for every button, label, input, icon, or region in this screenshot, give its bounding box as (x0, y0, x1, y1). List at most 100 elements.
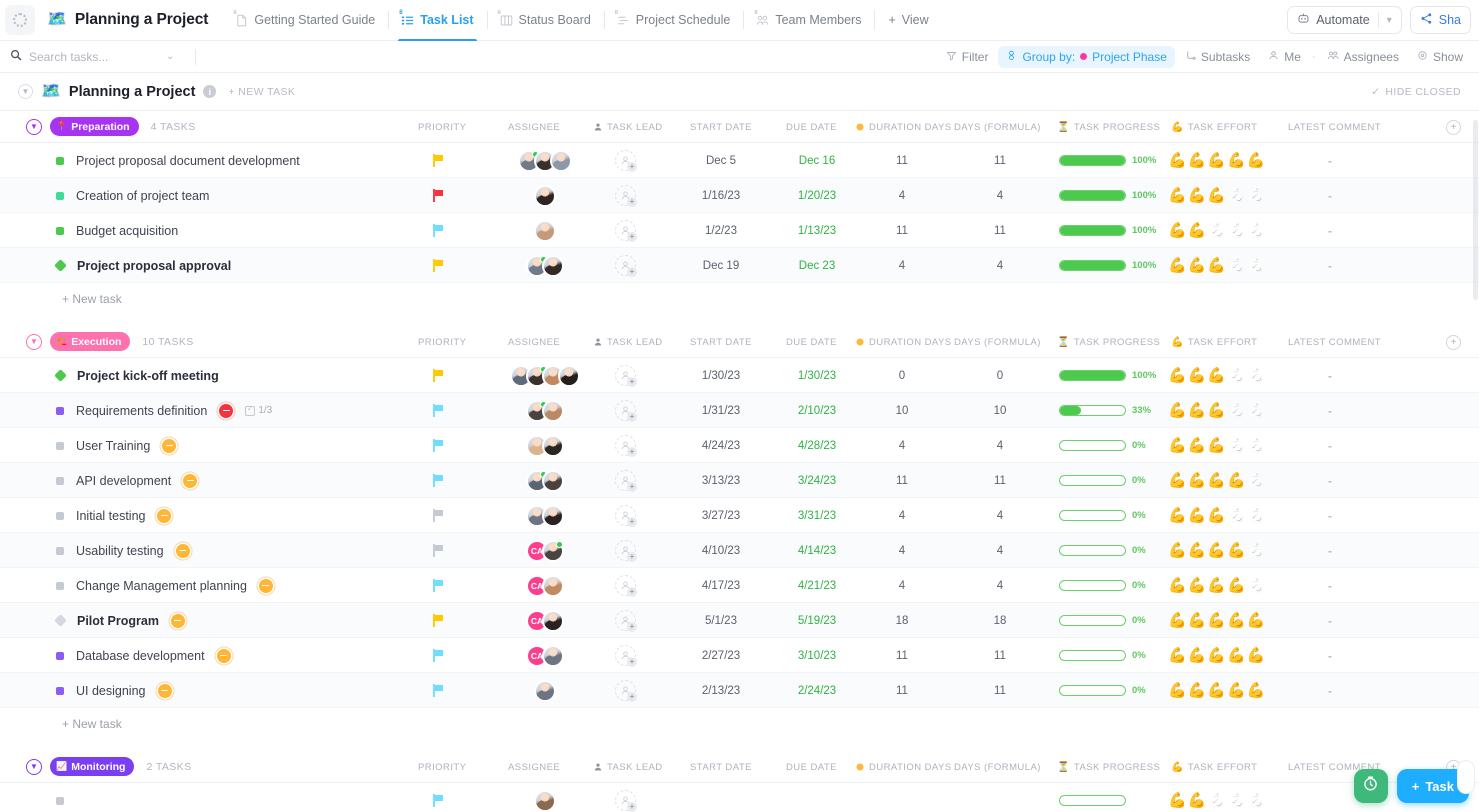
table-row[interactable]: Budget acquisition+1/2/231/13/231111100%… (0, 213, 1479, 248)
muscle-icon[interactable]: 💪 (1188, 438, 1207, 453)
table-row[interactable]: Change Management planningCA+4/17/234/21… (0, 568, 1479, 603)
assignee-cell[interactable]: CA (526, 533, 564, 568)
collapse-list-caret-icon[interactable]: ▼ (18, 84, 33, 99)
avatar[interactable] (534, 220, 556, 242)
duration_days-cell[interactable]: 11 (855, 673, 949, 708)
avatar[interactable] (534, 790, 556, 812)
add-task-lead-icon[interactable]: + (615, 220, 636, 241)
muscle-icon[interactable]: 💪 (1168, 438, 1187, 453)
task-name-cell[interactable]: Requirements definition1/3 (56, 393, 272, 428)
muscle-icon[interactable]: 💪 (1188, 793, 1207, 808)
table-row[interactable]: Project proposal approval+Dec 19Dec 2344… (0, 248, 1479, 283)
muscle-icon[interactable]: 💪 (1207, 223, 1226, 238)
muscle-icon[interactable]: 💪 (1188, 578, 1207, 593)
duration_days-cell[interactable]: 10 (855, 393, 949, 428)
start_date-cell[interactable]: 1/16/23 (690, 178, 752, 213)
muscle-icon[interactable]: 💪 (1207, 258, 1226, 273)
progress-bar[interactable] (1059, 685, 1126, 696)
muscle-icon[interactable]: 💪 (1247, 613, 1266, 628)
muscle-icon[interactable]: 💪 (1247, 683, 1266, 698)
progress-bar[interactable] (1059, 650, 1126, 661)
task-name-cell[interactable]: Project proposal document development (56, 143, 300, 178)
column-header-duration_days[interactable]: DURATION DAYS (855, 751, 952, 783)
muscle-icon[interactable]: 💪 (1188, 508, 1207, 523)
automate-button[interactable]: Automate ▾ (1287, 6, 1402, 34)
task-name-cell[interactable]: Creation of project team (56, 178, 209, 213)
task-status-indicator[interactable] (56, 407, 64, 415)
muscle-icon[interactable]: 💪 (1207, 613, 1226, 628)
muscle-icon[interactable]: 💪 (1168, 683, 1187, 698)
muscle-icon[interactable]: 💪 (1207, 188, 1226, 203)
duration_days-cell[interactable]: 4 (855, 533, 949, 568)
priority-flag-icon[interactable] (433, 474, 444, 487)
progress-bar-wrapper[interactable]: 0% (1059, 580, 1146, 591)
search-input[interactable] (29, 50, 159, 64)
add-task-lead-icon[interactable]: + (615, 185, 636, 206)
days_formula-cell[interactable]: 4 (954, 248, 1046, 283)
progress-bar-wrapper[interactable]: 0% (1059, 615, 1146, 626)
task-status-indicator[interactable] (54, 614, 67, 627)
workspace-title[interactable]: 🗺️ Planning a Project (47, 11, 208, 29)
muscle-icon[interactable]: 💪 (1188, 403, 1207, 418)
progress-bar[interactable] (1059, 440, 1126, 451)
add-task-lead-icon[interactable]: + (615, 470, 636, 491)
info-icon[interactable]: i (203, 85, 216, 98)
muscle-icon[interactable]: 💪 (1188, 683, 1207, 698)
muscle-icon[interactable]: 💪 (1247, 368, 1266, 383)
task-name[interactable]: Database development (76, 649, 205, 663)
duration_days-cell[interactable]: 0 (855, 358, 949, 393)
tab-team-members[interactable]: 8 Team Members (743, 0, 874, 41)
muscle-icon[interactable]: 💪 (1188, 188, 1207, 203)
group-collapse-caret-icon[interactable]: ▼ (26, 119, 42, 135)
add-column-button[interactable]: + (1446, 111, 1461, 143)
latest-comment-cell[interactable]: - (1328, 533, 1332, 568)
task-effort-cell[interactable]: 💪💪💪💪💪 (1168, 783, 1265, 812)
muscle-icon[interactable]: 💪 (1207, 578, 1226, 593)
muscle-icon[interactable]: 💪 (1168, 508, 1187, 523)
duration_days-cell[interactable]: 4 (855, 428, 949, 463)
task-name[interactable]: User Training (76, 439, 150, 453)
due_date-cell[interactable]: 3/10/23 (786, 638, 848, 673)
progress-bar[interactable] (1059, 370, 1126, 381)
new-task-header-button[interactable]: + NEW TASK (228, 86, 295, 98)
column-header-due_date[interactable]: DUE DATE (786, 326, 837, 358)
muscle-icon[interactable]: 💪 (1188, 543, 1207, 558)
muscle-icon[interactable]: 💪 (1247, 258, 1266, 273)
blocked-badge-icon[interactable] (219, 404, 233, 418)
task-status-indicator[interactable] (56, 512, 64, 520)
task-lead-cell[interactable]: + (615, 393, 636, 428)
task-effort-cell[interactable]: 💪💪💪💪💪 (1168, 393, 1265, 428)
days_formula-cell[interactable]: 0 (954, 358, 1046, 393)
avatar[interactable] (542, 645, 564, 667)
latest-comment-cell[interactable]: - (1328, 498, 1332, 533)
muscle-icon[interactable]: 💪 (1188, 153, 1207, 168)
latest-comment-cell[interactable]: - (1328, 463, 1332, 498)
progress-bar[interactable] (1059, 795, 1126, 806)
table-row[interactable]: Creation of project team+1/16/231/20/234… (0, 178, 1479, 213)
muscle-icon[interactable]: 💪 (1227, 508, 1246, 523)
task-name-cell[interactable]: API development (56, 463, 197, 498)
effort-rating[interactable]: 💪💪💪💪💪 (1168, 223, 1265, 238)
task-effort-cell[interactable]: 💪💪💪💪💪 (1168, 358, 1265, 393)
progress-bar[interactable] (1059, 190, 1126, 201)
muscle-icon[interactable]: 💪 (1207, 153, 1226, 168)
task-effort-cell[interactable]: 💪💪💪💪💪 (1168, 213, 1265, 248)
tab-task-list[interactable]: 8 Task List (388, 0, 486, 41)
table-row[interactable]: Requirements definition1/3+1/31/232/10/2… (0, 393, 1479, 428)
muscle-icon[interactable]: 💪 (1247, 223, 1266, 238)
muscle-icon[interactable]: 💪 (1168, 578, 1187, 593)
priority-cell[interactable] (433, 638, 444, 673)
duration_days-cell[interactable]: 4 (855, 248, 949, 283)
chevron-down-icon[interactable]: ▾ (1387, 15, 1392, 26)
avatar[interactable] (542, 400, 564, 422)
progress-bar-wrapper[interactable]: 100% (1059, 370, 1156, 381)
add-task-lead-icon[interactable]: + (615, 645, 636, 666)
priority-cell[interactable] (433, 463, 444, 498)
duration_days-cell[interactable]: 11 (855, 638, 949, 673)
show-button[interactable]: Show (1409, 46, 1471, 68)
assignees-button[interactable]: Assignees (1319, 46, 1407, 68)
table-row[interactable]: UI designing+2/13/232/24/2311110%💪💪💪💪💪- (0, 673, 1479, 708)
search-container[interactable]: ⌄ (0, 41, 196, 73)
due_date-cell[interactable]: 4/28/23 (786, 428, 848, 463)
due_date-cell[interactable]: 1/30/23 (786, 358, 848, 393)
